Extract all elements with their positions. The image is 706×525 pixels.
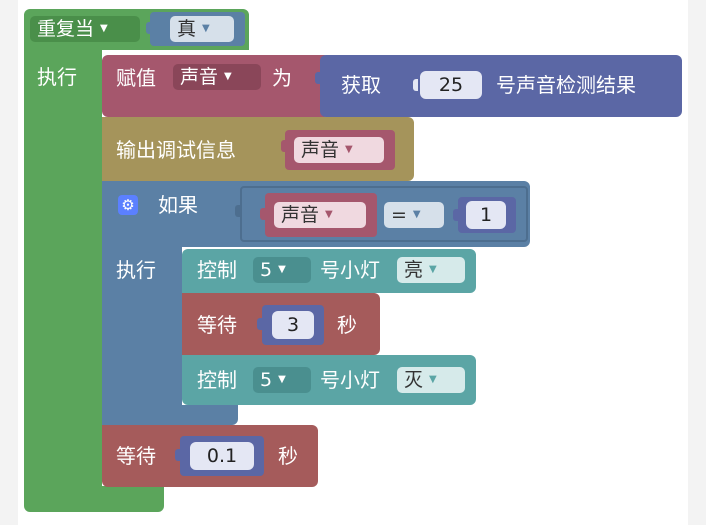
compare-right-input[interactable]: 1 xyxy=(466,201,506,229)
control-on-state-dropdown[interactable]: 亮 ▼ xyxy=(397,257,465,283)
wait-inner-value: 3 xyxy=(286,314,300,336)
chevron-down-icon: ▼ xyxy=(202,23,210,34)
control-on-keyword: 控制 xyxy=(197,258,237,282)
wait-inner-keyword: 等待 xyxy=(197,313,237,337)
control-off-port-dropdown[interactable]: 5 ▼ xyxy=(253,367,311,393)
socket-notch xyxy=(453,209,458,221)
control-off-target: 号小灯 xyxy=(320,368,380,392)
get-sensor-keyword: 获取 xyxy=(341,73,381,97)
socket-notch xyxy=(281,140,286,152)
if-footer xyxy=(102,405,238,425)
chevron-down-icon: ▼ xyxy=(429,264,437,275)
chevron-down-icon: ▼ xyxy=(345,144,353,155)
wait-outer-input[interactable]: 0.1 xyxy=(190,442,254,470)
control-on-port-dropdown[interactable]: 5 ▼ xyxy=(253,257,311,283)
wait-inner-unit: 秒 xyxy=(337,313,357,337)
socket-notch xyxy=(413,79,418,91)
chevron-down-icon: ▼ xyxy=(100,23,108,34)
assign-keyword: 赋值 xyxy=(116,66,156,90)
debug-variable-dropdown[interactable]: 声音 ▼ xyxy=(294,137,384,163)
condition-dropdown[interactable]: 真 ▼ xyxy=(170,16,234,42)
control-on-state-value: 亮 xyxy=(404,259,424,281)
repeat-footer xyxy=(24,486,164,512)
repeat-mode-dropdown[interactable]: 重复当 ▼ xyxy=(30,16,140,42)
repeat-do-label: 执行 xyxy=(37,65,77,89)
sensor-port-input[interactable]: 25 xyxy=(420,71,482,99)
compare-left-value: 声音 xyxy=(281,204,320,226)
socket-notch xyxy=(260,208,265,220)
control-off-state-value: 灭 xyxy=(404,369,424,391)
socket-notch xyxy=(315,72,320,84)
debug-keyword: 输出调试信息 xyxy=(116,138,236,162)
control-off-state-dropdown[interactable]: 灭 ▼ xyxy=(397,367,465,393)
if-do-label: 执行 xyxy=(116,258,156,282)
repeat-spine xyxy=(24,50,102,505)
assign-variable-value: 声音 xyxy=(180,66,219,88)
wait-inner-input[interactable]: 3 xyxy=(272,311,314,339)
compare-operator-value: = xyxy=(391,204,407,226)
gear-icon[interactable]: ⚙ xyxy=(118,195,138,215)
assign-as-label: 为 xyxy=(272,66,292,90)
debug-variable-value: 声音 xyxy=(301,139,340,161)
socket-notch xyxy=(235,205,240,217)
chevron-down-icon: ▼ xyxy=(429,374,437,385)
wait-outer-value: 0.1 xyxy=(206,445,238,467)
chevron-down-icon: ▼ xyxy=(278,374,286,385)
socket-notch xyxy=(146,22,151,34)
compare-right-value: 1 xyxy=(479,204,493,226)
sensor-port-value: 25 xyxy=(438,74,464,96)
wait-outer-keyword: 等待 xyxy=(116,444,156,468)
repeat-mode-label: 重复当 xyxy=(37,18,95,40)
if-keyword: 如果 xyxy=(158,193,198,217)
chevron-down-icon: ▼ xyxy=(224,71,232,82)
compare-operator-dropdown[interactable]: = ▼ xyxy=(384,202,444,228)
chevron-down-icon: ▼ xyxy=(412,209,421,220)
control-on-port-value: 5 xyxy=(260,259,273,281)
control-on-target: 号小灯 xyxy=(320,258,380,282)
get-sensor-suffix: 号声音检测结果 xyxy=(496,73,636,97)
chevron-down-icon: ▼ xyxy=(278,264,286,275)
condition-value: 真 xyxy=(177,18,197,40)
compare-left-dropdown[interactable]: 声音 ▼ xyxy=(274,202,366,228)
wait-outer-unit: 秒 xyxy=(278,444,298,468)
control-off-keyword: 控制 xyxy=(197,368,237,392)
control-off-port-value: 5 xyxy=(260,369,273,391)
socket-notch xyxy=(175,449,180,461)
chevron-down-icon: ▼ xyxy=(325,209,333,220)
assign-variable-dropdown[interactable]: 声音 ▼ xyxy=(173,64,261,90)
socket-notch xyxy=(257,318,262,330)
